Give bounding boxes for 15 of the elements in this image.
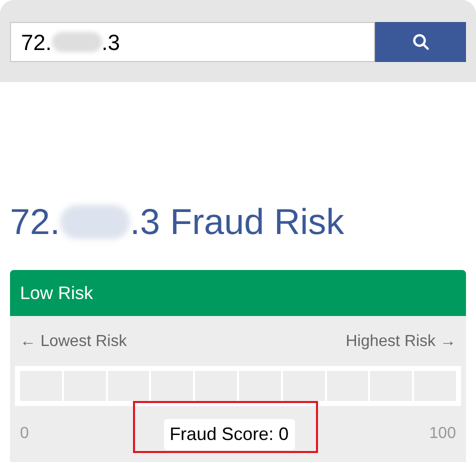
risk-level-title: Low Risk [20, 282, 94, 304]
redacted-blur [60, 205, 130, 239]
page-heading: .3 Fraud Risk [130, 204, 344, 240]
scale-label: ← Lowest Risk [20, 332, 127, 352]
search-field[interactable]: 72. .3 [10, 22, 375, 62]
search-button[interactable] [375, 22, 466, 62]
fraud-score: Fraud Score: 0 [164, 418, 295, 450]
field-value: 72. [21, 28, 52, 56]
page-heading: 72. [10, 204, 60, 240]
scale-min: 0 [20, 424, 29, 444]
redacted-blur [52, 32, 102, 52]
search-icon [412, 33, 430, 51]
scale-label: Highest Risk → [346, 332, 456, 352]
field-value: .3 [102, 28, 120, 56]
scale-max: 100 [429, 424, 456, 444]
